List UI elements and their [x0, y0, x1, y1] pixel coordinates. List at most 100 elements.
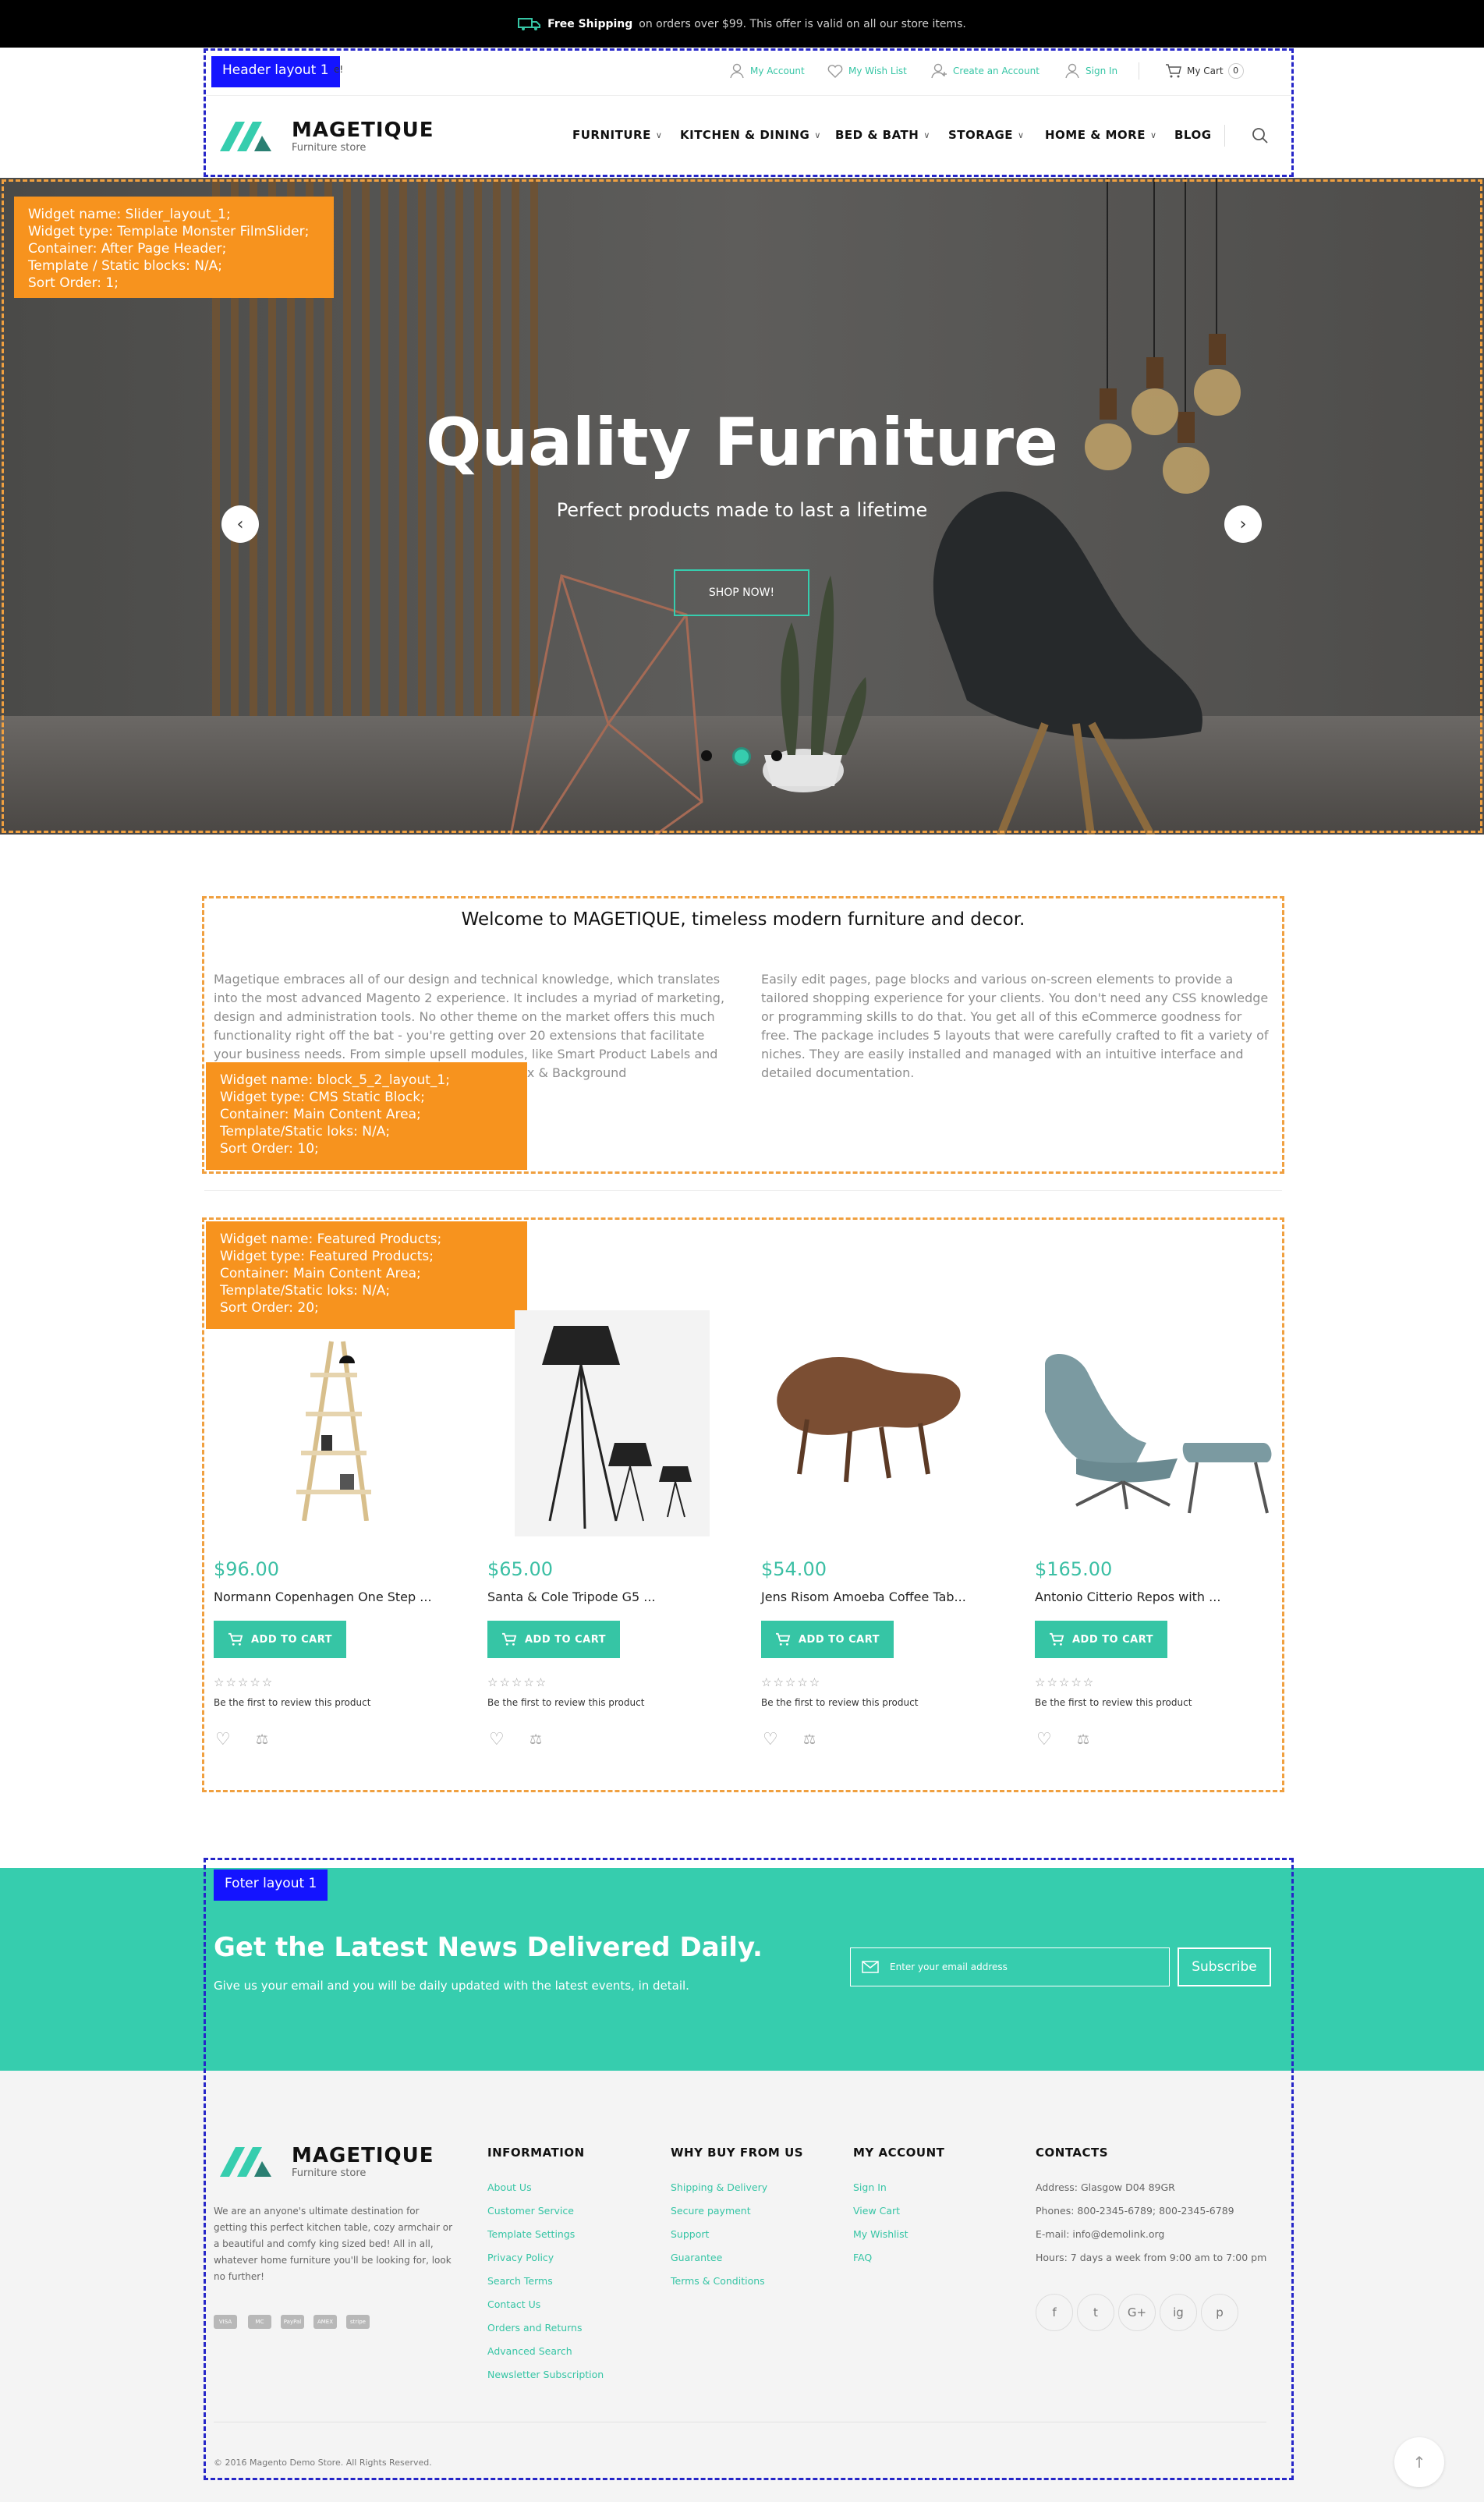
slider-info-line: Sort Order: 1;	[28, 275, 119, 291]
arrow-up-icon: ↑	[1412, 2453, 1426, 2472]
slider-widget-info: Widget name: Slider_layout_1; Widget typ…	[14, 197, 334, 298]
add-to-cart-button[interactable]: ADD TO CART	[214, 1621, 346, 1658]
chevron-down-icon: ∨	[814, 129, 821, 140]
add-to-cart-label: ADD TO CART	[1071, 1633, 1153, 1646]
chevron-down-icon: ∨	[923, 129, 930, 140]
nav-home-more[interactable]: HOME & MORE ∨	[1045, 128, 1157, 142]
wishlist-label: My Wish List	[848, 66, 907, 76]
nav-storage[interactable]: STORAGE ∨	[948, 128, 1025, 142]
wishlist-heart-icon[interactable]: ♡	[215, 1730, 231, 1749]
logo-mark-icon	[220, 122, 271, 151]
nav-bed-bath-label: BED & BATH	[835, 128, 919, 142]
wishlist-link[interactable]: My Wish List	[827, 62, 907, 80]
welcome-info-line: Widget name: block_5_2_layout_1;	[220, 1072, 450, 1088]
product-image-coffee-table[interactable]	[764, 1341, 967, 1497]
truck-icon	[518, 17, 541, 30]
nav-storage-label: STORAGE	[948, 128, 1014, 142]
compare-icon[interactable]: ⚖	[803, 1731, 816, 1748]
search-icon[interactable]	[1251, 126, 1270, 145]
add-to-cart-button[interactable]: ADD TO CART	[761, 1621, 894, 1658]
welcome-left-line: Magetique embraces all of our design and…	[214, 972, 721, 987]
nav-blog[interactable]: BLOG	[1174, 128, 1212, 142]
scroll-to-top-button[interactable]: ↑	[1394, 2437, 1444, 2487]
product-price: $54.00	[761, 1558, 827, 1580]
mini-cart[interactable]: My Cart 0	[1165, 62, 1244, 80]
compare-icon[interactable]: ⚖	[256, 1731, 268, 1748]
welcome-title: Welcome to MAGETIQUE, timeless modern fu…	[461, 909, 1025, 930]
chevron-down-icon: ∨	[1149, 129, 1157, 140]
nav-bed-bath[interactable]: BED & BATH ∨	[835, 128, 930, 142]
featured-info-line: Widget name: Featured Products;	[220, 1232, 442, 1247]
review-prompt[interactable]: Be the first to review this product	[214, 1697, 370, 1708]
create-account-label: Create an Account	[953, 66, 1040, 76]
featured-info-line: Template/Static loks: N/A;	[220, 1283, 391, 1299]
wishlist-heart-icon[interactable]: ♡	[489, 1730, 505, 1749]
welcome-right-line: free. The package includes 5 layouts tha…	[761, 1028, 1269, 1043]
welcome-left-line: your business needs. From simple upsell …	[214, 1047, 718, 1061]
slider-dot[interactable]	[771, 750, 782, 761]
nav-divider	[1224, 125, 1225, 147]
review-prompt[interactable]: Be the first to review this product	[487, 1697, 644, 1708]
nav-kitchen-dining[interactable]: KITCHEN & DINING ∨	[680, 128, 821, 142]
product-name-link[interactable]: Antonio Citterio Repos with ...	[1035, 1589, 1220, 1604]
product-price: $165.00	[1035, 1558, 1113, 1580]
top-promo-bar: Free Shipping on orders over $99. This o…	[0, 0, 1484, 48]
add-to-cart-label: ADD TO CART	[524, 1633, 606, 1646]
featured-widget-info: Widget name: Featured Products; Widget t…	[206, 1221, 527, 1329]
wishlist-heart-icon[interactable]: ♡	[1036, 1730, 1052, 1749]
footer-frame	[204, 1858, 1294, 2480]
wishlist-heart-icon[interactable]: ♡	[763, 1730, 778, 1749]
welcome-widget-info: Widget name: block_5_2_layout_1; Widget …	[206, 1062, 527, 1170]
section-divider	[204, 1190, 1282, 1191]
my-account-link[interactable]: My Account	[728, 62, 805, 80]
slider-info-line: Widget name: Slider_layout_1;	[28, 207, 231, 222]
slider-dot[interactable]	[701, 750, 712, 761]
product-name-link[interactable]: Normann Copenhagen One Step ...	[214, 1589, 432, 1604]
welcome-info-line: Container: Main Content Area;	[220, 1107, 421, 1122]
slider-prev-button[interactable]: ‹	[221, 505, 259, 543]
compare-icon[interactable]: ⚖	[529, 1731, 542, 1748]
welcome-right-line: niches. They are easily installed and ma…	[761, 1047, 1244, 1061]
chevron-down-icon: ∨	[1018, 129, 1025, 140]
nav-kitchen-label: KITCHEN & DINING	[680, 128, 810, 142]
product-image-lounge-chair[interactable]	[1029, 1349, 1279, 1521]
review-prompt[interactable]: Be the first to review this product	[1035, 1697, 1192, 1708]
add-to-cart-button[interactable]: ADD TO CART	[1035, 1621, 1167, 1658]
product-image-lamps[interactable]	[515, 1310, 710, 1536]
compare-icon[interactable]: ⚖	[1077, 1731, 1089, 1748]
promo-text: on orders over $99. This offer is valid …	[639, 17, 966, 30]
product-name-link[interactable]: Jens Risom Amoeba Coffee Tab...	[761, 1589, 966, 1604]
shop-now-button[interactable]: SHOP NOW!	[674, 569, 809, 616]
chevron-down-icon: ∨	[655, 129, 663, 140]
hero-slider: Widget name: Slider_layout_1; Widget typ…	[0, 178, 1484, 835]
welcome-info-line: Template/Static loks: N/A;	[220, 1124, 391, 1139]
slider-info-line: Container: After Page Header;	[28, 241, 227, 257]
product-image-shelf[interactable]	[265, 1326, 406, 1521]
add-to-cart-button[interactable]: ADD TO CART	[487, 1621, 620, 1658]
product-price: $96.00	[214, 1558, 279, 1580]
cart-icon	[1049, 1632, 1064, 1646]
welcome-info-line: Widget type: CMS Static Block;	[220, 1090, 425, 1105]
product-name-link[interactable]: Santa & Cole Tripode G5 ...	[487, 1589, 656, 1604]
chevron-right-icon: ›	[1239, 514, 1247, 534]
welcome-right-line: or programming skills to do that. You ge…	[761, 1009, 1242, 1024]
create-account-link[interactable]: Create an Account	[931, 62, 1040, 80]
cart-icon	[775, 1632, 791, 1646]
slider-next-button[interactable]: ›	[1224, 505, 1262, 543]
slider-info-line: Widget type: Template Monster FilmSlider…	[28, 224, 310, 239]
logo[interactable]: MAGETIQUE Furniture store	[215, 115, 434, 156]
sign-in-icon	[1065, 63, 1079, 79]
review-prompt[interactable]: Be the first to review this product	[761, 1697, 918, 1708]
rating-stars: ☆☆☆☆☆	[761, 1675, 822, 1689]
my-account-label: My Account	[750, 66, 805, 76]
nav-furniture[interactable]: FURNITURE ∨	[572, 128, 662, 142]
welcome-left-line: design and administration tools. No othe…	[214, 1009, 715, 1024]
slider-dot-active[interactable]	[732, 747, 751, 766]
logo-name: MAGETIQUE	[292, 118, 434, 142]
add-to-cart-label: ADD TO CART	[250, 1633, 332, 1646]
welcome-right-line: Easily edit pages, page blocks and vario…	[761, 972, 1234, 987]
sign-in-link[interactable]: Sign In	[1064, 62, 1117, 80]
welcome-left-line: into the most advanced Magento 2 experie…	[214, 991, 725, 1005]
rating-stars: ☆☆☆☆☆	[1035, 1675, 1096, 1689]
product-price: $65.00	[487, 1558, 553, 1580]
